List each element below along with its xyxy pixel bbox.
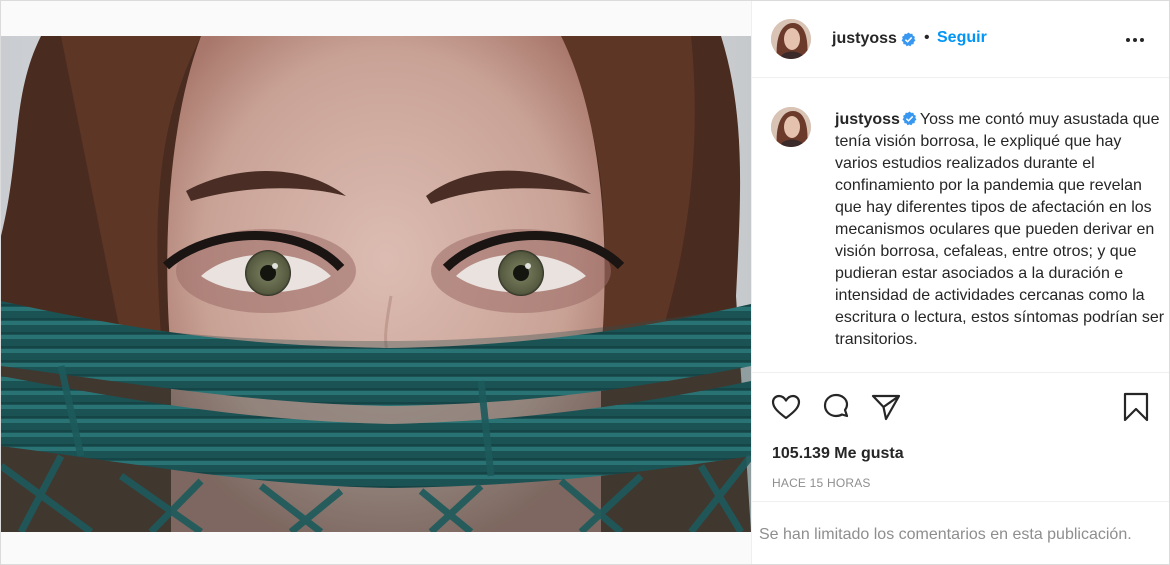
verified-badge-icon [901,32,916,47]
more-options-icon[interactable] [1122,29,1148,51]
verified-badge-icon [902,111,917,126]
woman-eyes-image [1,36,751,532]
post-media [1,1,752,564]
avatar-image [771,107,811,147]
paper-plane-icon[interactable] [870,391,902,423]
comments-limited-notice: Se han limitado los comentarios en esta … [759,526,1132,543]
action-bar [752,379,1169,439]
post-photo[interactable] [1,36,751,532]
instagram-post: justyoss • Seguir justyoss Yoss me contó… [0,0,1170,565]
avatar[interactable] [771,19,811,59]
caption-avatar[interactable] [771,107,811,147]
comment-bubble-icon[interactable] [820,391,852,423]
caption-username[interactable]: justyoss [835,111,900,128]
separator-dot: • [924,29,930,46]
post-header: justyoss • Seguir [752,1,1169,78]
caption-section: justyoss Yoss me contó muy asustada que … [752,79,1169,373]
follow-button[interactable]: Seguir [937,29,987,47]
header-username[interactable]: justyoss [832,30,897,48]
comments-footer: Se han limitado los comentarios en esta … [752,501,1169,564]
caption-body: Yoss me contó muy asustada que tenía vis… [835,111,1165,348]
post-timestamp[interactable]: HACE 15 HORAS [772,476,871,490]
heart-icon[interactable] [770,391,802,423]
avatar-image [771,19,811,59]
like-count[interactable]: 105.139 Me gusta [772,445,904,463]
post-sidebar: justyoss • Seguir justyoss Yoss me contó… [752,1,1169,564]
bookmark-icon[interactable] [1120,391,1152,423]
caption-text: justyoss Yoss me contó muy asustada que … [835,109,1165,351]
